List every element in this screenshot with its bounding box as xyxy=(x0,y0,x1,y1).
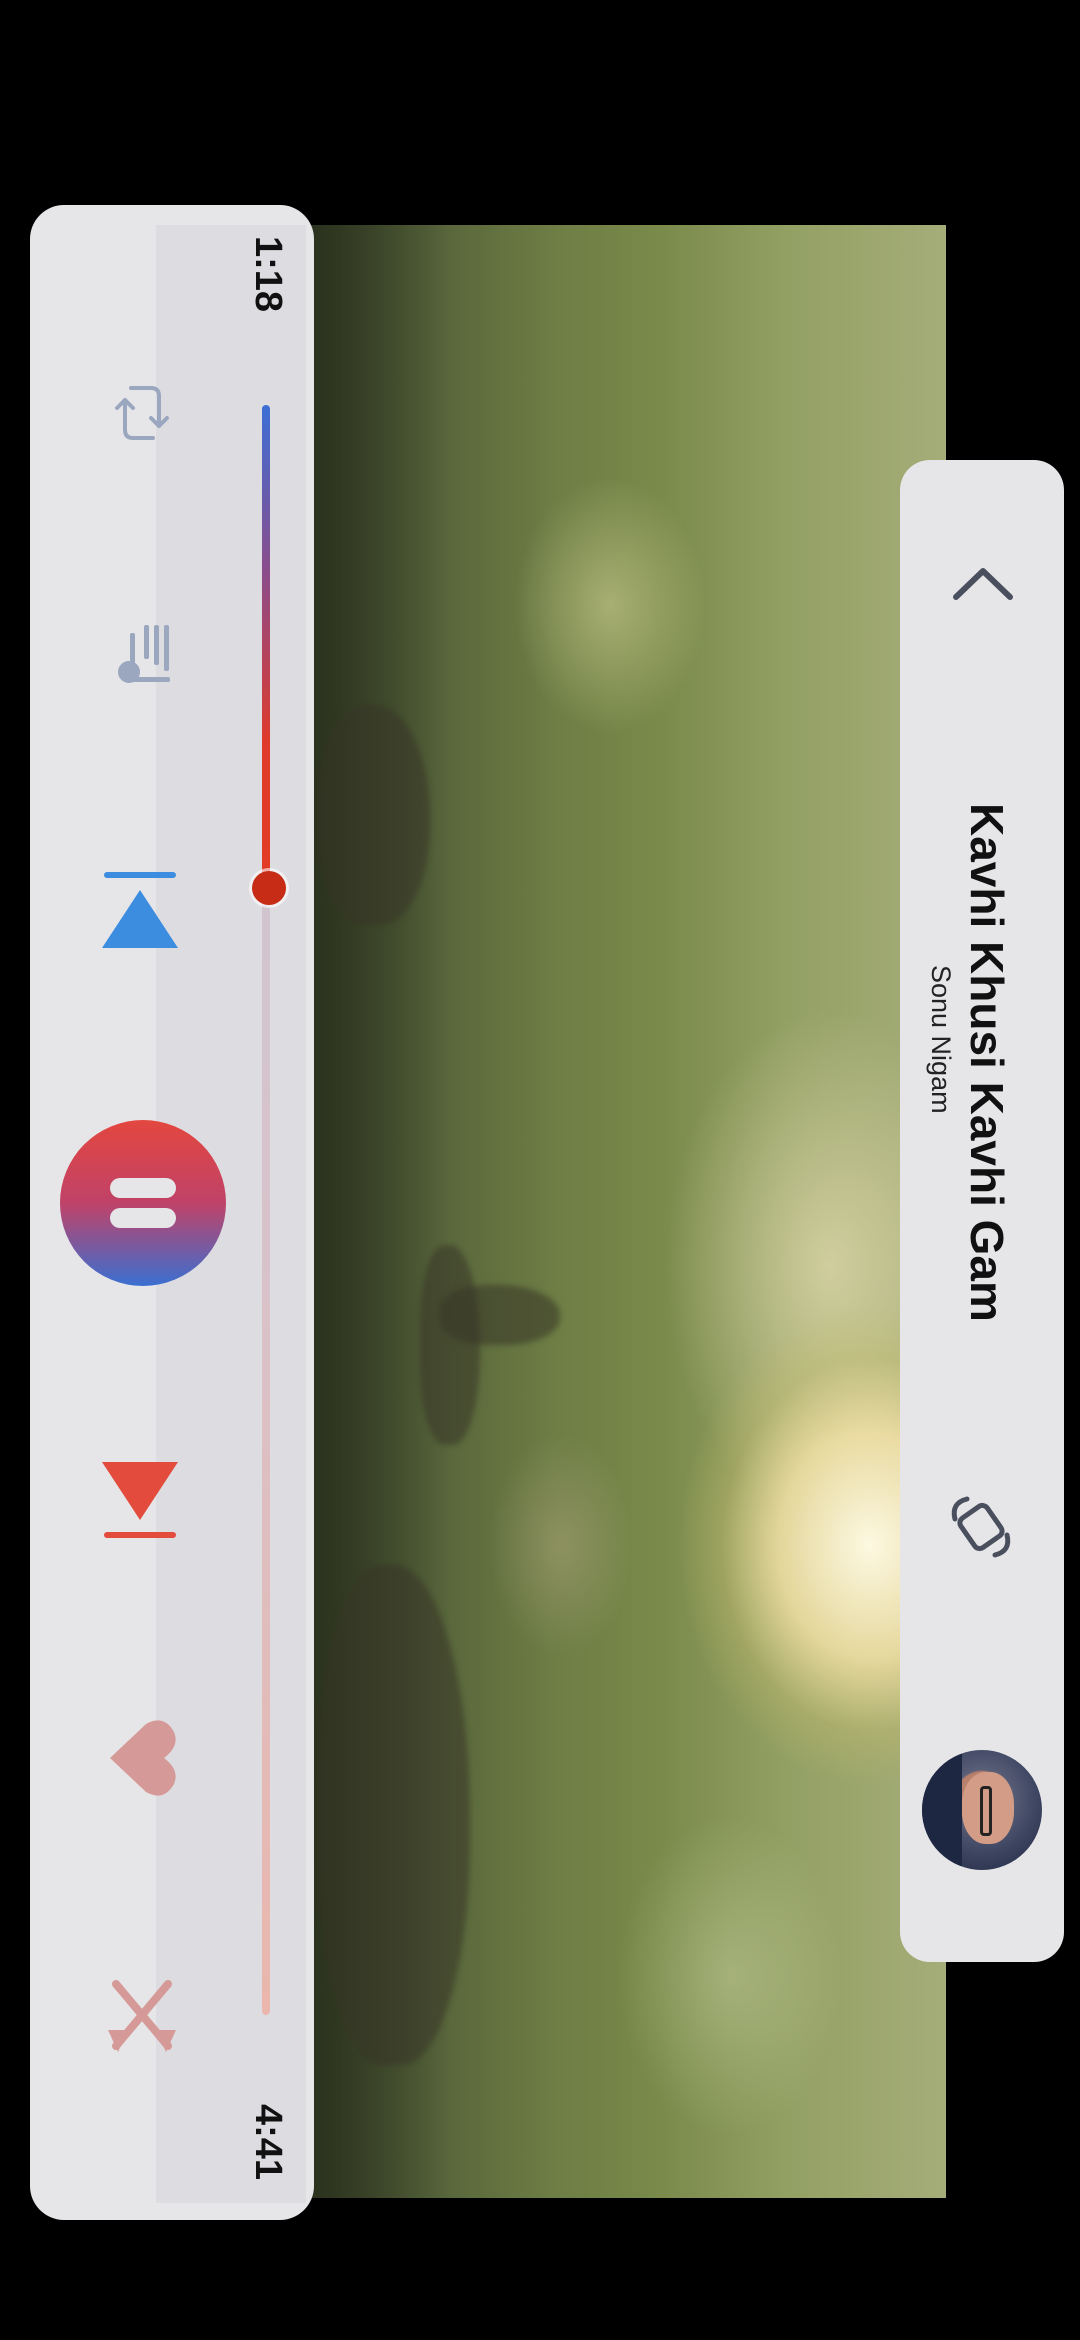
rotate-screen-button[interactable] xyxy=(944,1490,1018,1564)
total-time: 4:41 xyxy=(247,2104,289,2181)
shuffle-icon xyxy=(108,1980,176,2052)
avatar-shirt xyxy=(922,1750,962,1870)
video-figure xyxy=(440,1285,560,1345)
pause-icon xyxy=(110,1178,176,1228)
avatar[interactable] xyxy=(922,1750,1042,1870)
song-title: Kavhi Khusi Kavhi Gam xyxy=(961,803,1013,1322)
repeat-icon xyxy=(115,386,169,440)
collapse-button[interactable] xyxy=(950,560,1016,606)
queue-icon xyxy=(118,625,170,683)
video-background[interactable] xyxy=(310,225,946,2198)
repeat-button[interactable] xyxy=(110,378,174,448)
rotate-screen-icon xyxy=(951,1496,1011,1558)
progress-thumb[interactable] xyxy=(252,871,286,905)
queue-button[interactable] xyxy=(110,625,174,689)
like-button[interactable] xyxy=(104,1716,180,1800)
video-figure xyxy=(320,705,430,925)
video-figure xyxy=(420,1245,480,1445)
shuffle-button[interactable] xyxy=(104,1975,180,2055)
previous-button[interactable] xyxy=(100,865,180,955)
next-icon xyxy=(102,1462,178,1538)
video-figure xyxy=(320,1565,470,2065)
chevron-up-icon xyxy=(953,568,1013,600)
progress-fill xyxy=(262,405,270,888)
heart-icon xyxy=(110,1720,176,1796)
next-button[interactable] xyxy=(100,1455,180,1545)
current-time: 1:18 xyxy=(247,236,289,313)
artist-name: Sonu Nigam xyxy=(926,965,956,1114)
avatar-glasses xyxy=(980,1786,992,1836)
previous-icon xyxy=(102,872,178,948)
pause-button[interactable] xyxy=(60,1120,226,1286)
